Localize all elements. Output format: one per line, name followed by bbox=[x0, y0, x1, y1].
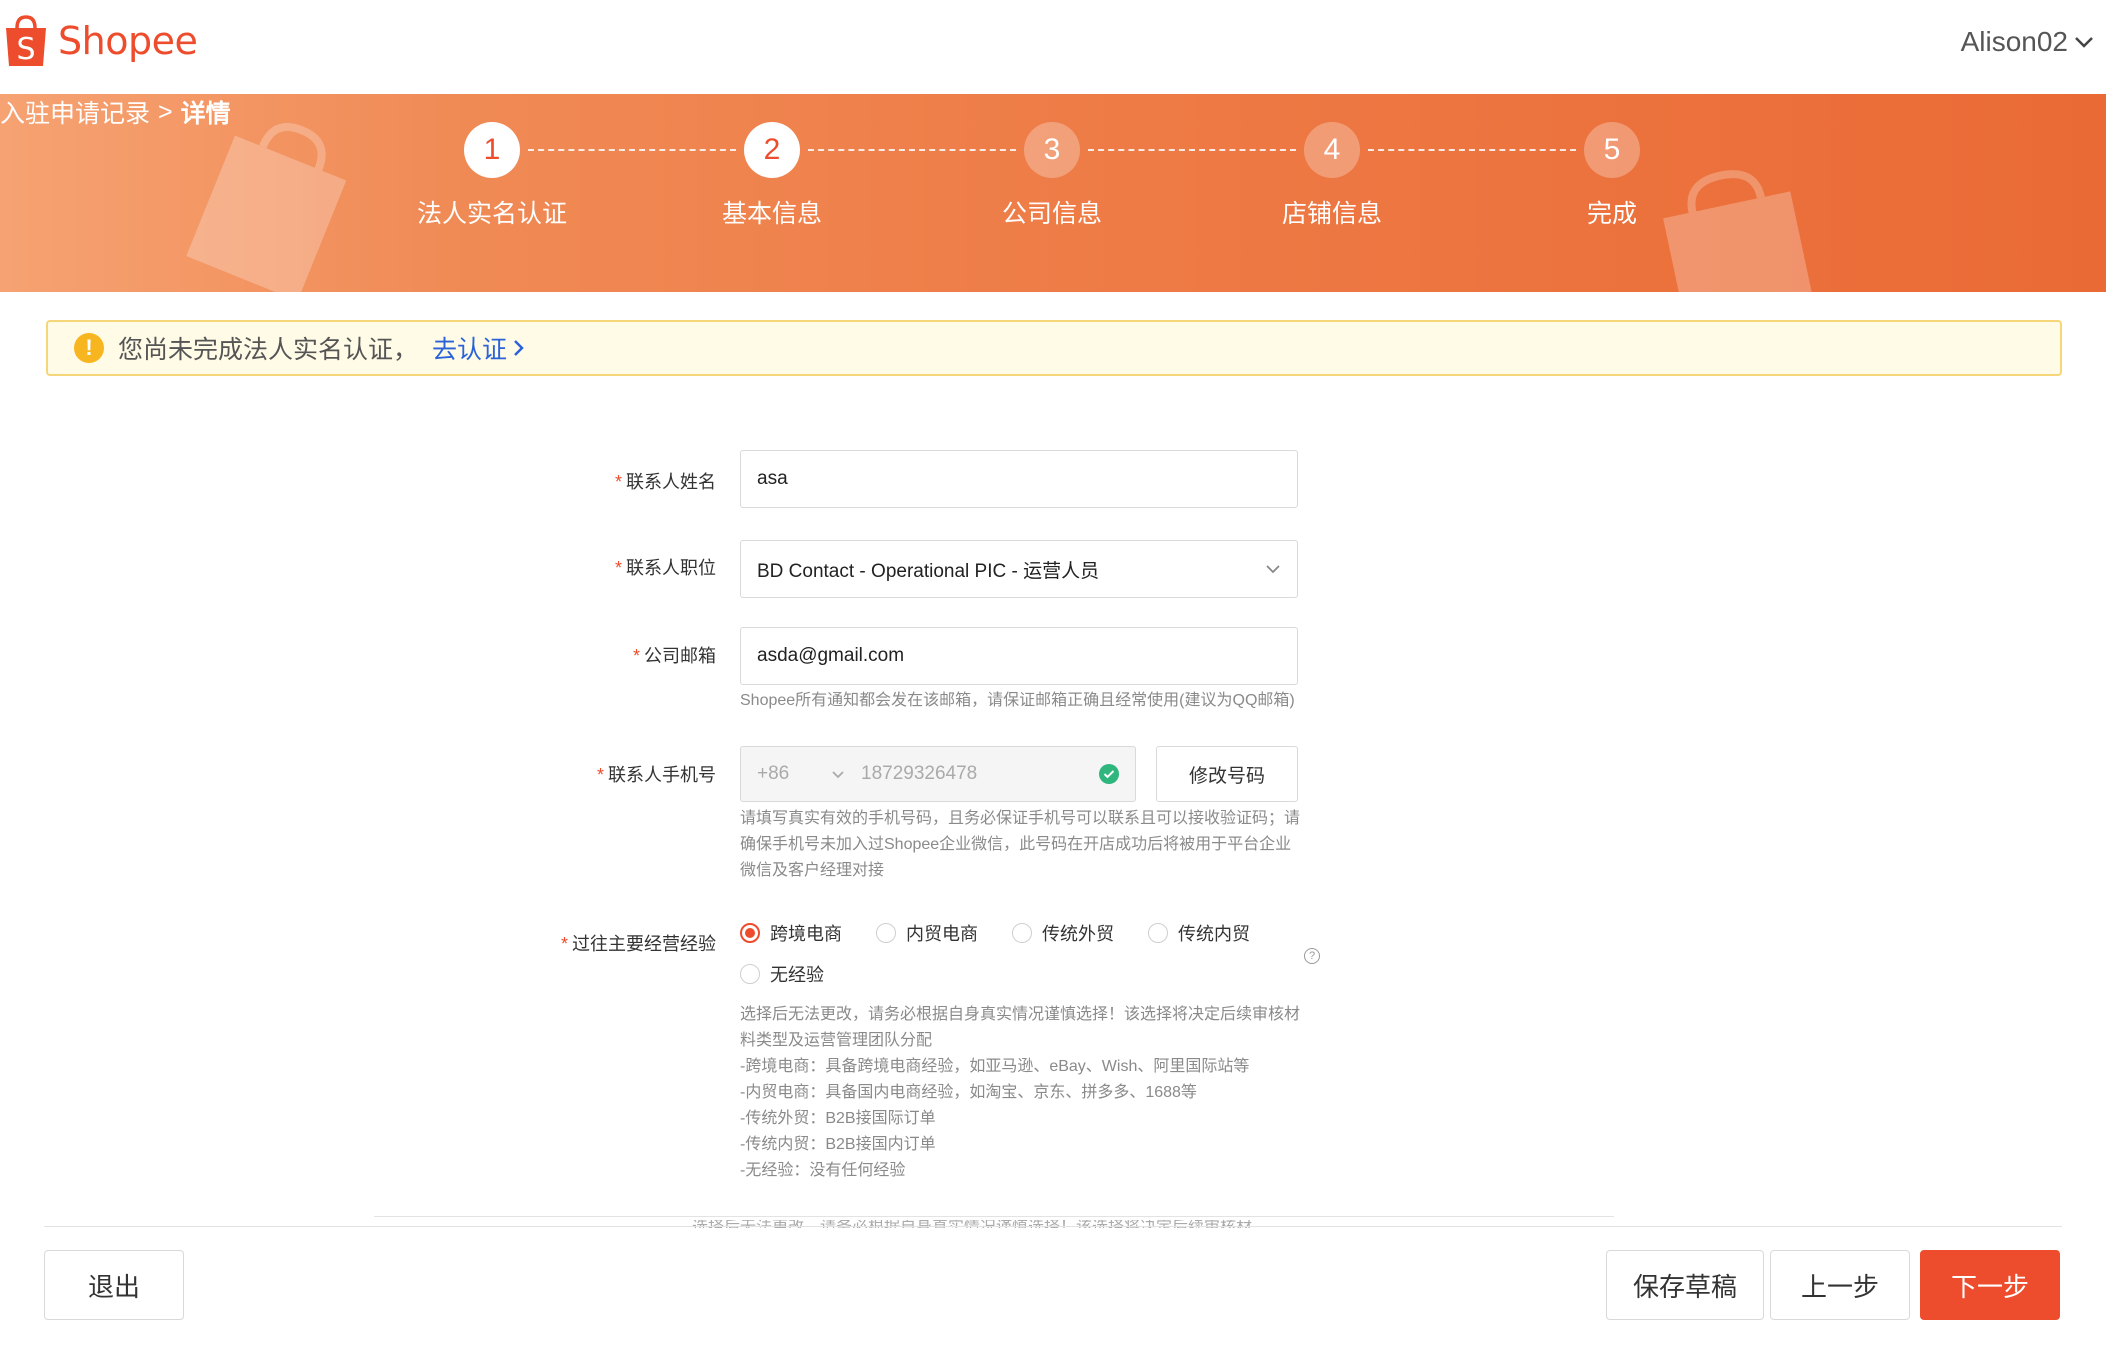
contact-name-input[interactable]: asa bbox=[740, 450, 1298, 508]
modify-phone-button[interactable]: 修改号码 bbox=[1156, 746, 1298, 802]
step-label: 完成 bbox=[1586, 200, 1637, 228]
verify-link[interactable]: 去认证 bbox=[432, 330, 525, 366]
step-number: 4 bbox=[1304, 122, 1360, 178]
name-label: * 联系人姓名 bbox=[614, 472, 716, 492]
verification-alert: ! 您尚未完成法人实名认证， 去认证 bbox=[46, 320, 2062, 376]
position-label: * 联系人职位 bbox=[614, 558, 716, 578]
radio-label: 传统内贸 bbox=[1178, 924, 1250, 944]
step-number: 2 bbox=[744, 122, 800, 178]
step-label: 店铺信息 bbox=[1281, 200, 1382, 228]
chevron-down-icon bbox=[1266, 565, 1280, 574]
radio-domestic-ecommerce[interactable]: 内贸电商 bbox=[876, 920, 978, 946]
step-3: 3 公司信息 bbox=[952, 122, 1152, 230]
hint-line: 选择后无法更改，请务必根据自身真实情况谨慎选择！该选择将决定后续审核材 bbox=[740, 1006, 1301, 1023]
radio-label: 无经验 bbox=[770, 965, 824, 985]
radio-no-experience[interactable]: 无经验 bbox=[740, 961, 824, 987]
step-label: 法人实名认证 bbox=[416, 200, 567, 228]
user-menu[interactable]: Alison02 bbox=[1961, 26, 2094, 58]
previous-step-button[interactable]: 上一步 bbox=[1770, 1250, 1910, 1320]
contact-position-select[interactable]: BD Contact - Operational PIC - 运营人员 bbox=[740, 540, 1298, 598]
phone-label: * 联系人手机号 bbox=[596, 765, 716, 785]
step-label: 基本信息 bbox=[721, 200, 822, 228]
company-email-input[interactable]: asda@gmail.com bbox=[740, 627, 1298, 685]
hint-line: -传统外贸：B2B接国际订单 bbox=[740, 1110, 936, 1127]
top-bar: S Shopee Alison02 bbox=[0, 0, 2106, 94]
alert-text: 您尚未完成法人实名认证， bbox=[118, 336, 419, 364]
step-2: 2 基本信息 bbox=[672, 122, 872, 230]
next-step-button[interactable]: 下一步 bbox=[1920, 1250, 2060, 1320]
brand-name: Shopee bbox=[58, 19, 198, 63]
verified-check-icon bbox=[1099, 764, 1119, 784]
warning-icon: ! bbox=[74, 333, 104, 363]
position-value: BD Contact - Operational PIC - 运营人员 bbox=[757, 560, 1100, 582]
step-number: 3 bbox=[1024, 122, 1080, 178]
radio-label: 内贸电商 bbox=[906, 924, 978, 944]
radio-button bbox=[1148, 923, 1168, 943]
step-label: 公司信息 bbox=[1001, 200, 1102, 228]
experience-label: * 过往主要经营经验 bbox=[560, 934, 716, 954]
hint-line: -跨境电商：具备跨境电商经验，如亚马逊、eBay、Wish、阿里国际站等 bbox=[740, 1058, 1250, 1075]
experience-hint: 选择后无法更改，请务必根据自身真实情况谨慎选择！该选择将决定后续审核材 料类型及… bbox=[740, 1002, 1300, 1184]
radio-button-checked bbox=[740, 923, 760, 943]
chevron-down-icon bbox=[2075, 37, 2093, 48]
country-code-value: +86 bbox=[757, 763, 790, 784]
radio-traditional-domestic[interactable]: 传统内贸 bbox=[1148, 920, 1250, 946]
chevron-right-icon bbox=[514, 340, 524, 356]
hint-line: -无经验：没有任何经验 bbox=[740, 1162, 906, 1179]
email-hint: Shopee所有通知都会发在该邮箱，请保证邮箱正确且经常使用(建议为QQ邮箱) bbox=[740, 692, 1295, 709]
save-draft-button[interactable]: 保存草稿 bbox=[1606, 1250, 1764, 1320]
radio-button bbox=[740, 964, 760, 984]
radio-cross-border[interactable]: 跨境电商 bbox=[740, 920, 842, 946]
exit-button[interactable]: 退出 bbox=[44, 1250, 184, 1320]
shopee-bag-icon: S bbox=[4, 14, 48, 68]
radio-label: 传统外贸 bbox=[1042, 924, 1114, 944]
hint-line: 料类型及运营管理团队分配 bbox=[740, 1032, 933, 1049]
step-number: 5 bbox=[1584, 122, 1640, 178]
radio-label: 跨境电商 bbox=[770, 924, 842, 944]
email-label: * 公司邮箱 bbox=[632, 646, 716, 666]
country-code-select: +86 bbox=[757, 763, 845, 785]
form-card: ! 您尚未完成法人实名认证， 去认证 * 联系人姓名 asa * 联系人职位 BD … bbox=[2, 292, 2102, 1334]
radio-traditional-export[interactable]: 传统外贸 bbox=[1012, 920, 1114, 946]
verify-link-label: 去认证 bbox=[432, 336, 508, 364]
radio-button bbox=[1012, 923, 1032, 943]
footer-divider bbox=[44, 1226, 2062, 1227]
step-5: 5 完成 bbox=[1512, 122, 1712, 230]
radio-button bbox=[876, 923, 896, 943]
user-name: Alison02 bbox=[1960, 26, 2068, 57]
svg-text:S: S bbox=[16, 32, 35, 67]
step-indicator: 1 法人实名认证 2 基本信息 3 公司信息 4 店铺信息 5 完成 bbox=[0, 122, 2106, 272]
shopee-logo[interactable]: S Shopee bbox=[4, 14, 198, 68]
step-4: 4 店铺信息 bbox=[1232, 122, 1432, 230]
hint-line: -内贸电商：具备国内电商经验，如淘宝、京东、拼多多、1688等 bbox=[740, 1084, 1197, 1101]
chevron-down-icon bbox=[832, 770, 844, 778]
phone-number-value: 18729326478 bbox=[861, 763, 978, 784]
section-divider bbox=[374, 1216, 1614, 1217]
hint-line: -传统内贸：B2B接国内订单 bbox=[740, 1136, 936, 1153]
step-number: 1 bbox=[464, 122, 520, 178]
phone-input: +86 18729326478 bbox=[740, 746, 1136, 802]
help-icon[interactable]: ? bbox=[1304, 948, 1320, 964]
phone-hint: 请填写真实有效的手机号码，且务必保证手机号可以联系且可以接收验证码；请确保手机号… bbox=[740, 810, 1301, 879]
step-1: 1 法人实名认证 bbox=[392, 122, 592, 230]
progress-banner: 入驻申请记录 > 详情 1 法人实名认证 2 基本信息 3 公司信息 4 店铺信… bbox=[0, 94, 2106, 292]
